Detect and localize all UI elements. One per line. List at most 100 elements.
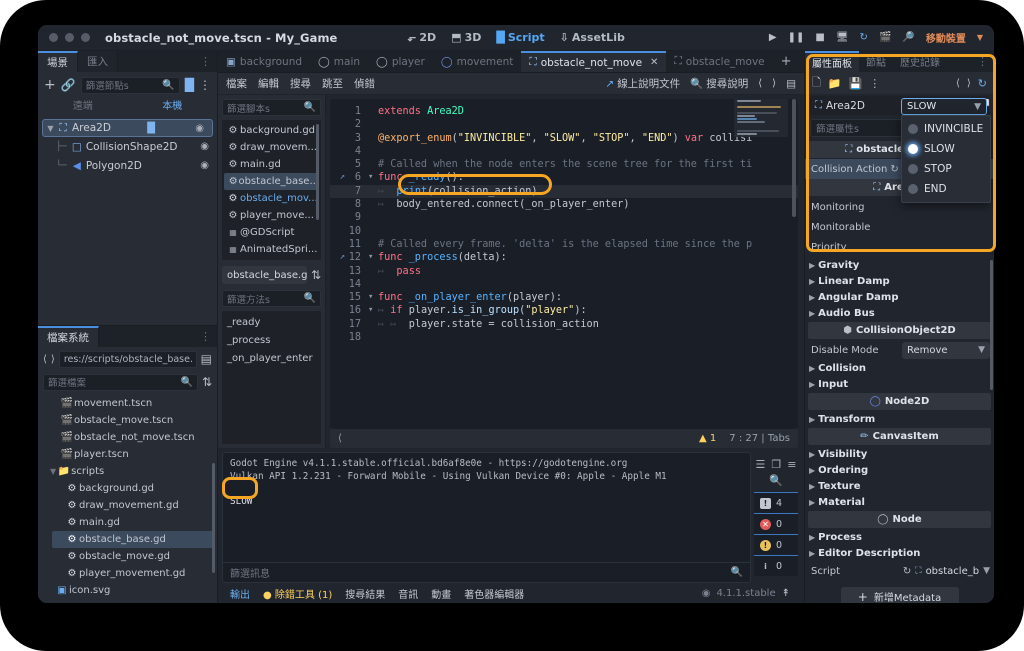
- attach-script-icon[interactable]: █: [185, 78, 194, 92]
- collapse-icon[interactable]: ≡: [787, 458, 796, 471]
- section-audio-bus[interactable]: ▶ Audio Bus: [805, 305, 994, 321]
- code-lines[interactable]: 1 extends Area2D 2 3 @export_enum("INVINCI…: [330, 99, 798, 344]
- resize-handle-icon[interactable]: ↟: [782, 588, 790, 599]
- tab-local[interactable]: 本機: [128, 98, 218, 116]
- add-metadata-button[interactable]: + 新增Metadata: [840, 587, 959, 603]
- visibility-toggle-icon[interactable]: ◉: [195, 123, 204, 134]
- script-tab-player[interactable]: ◯ player: [368, 51, 433, 72]
- dropdown-option-slow[interactable]: SLOW: [902, 139, 990, 159]
- scene-more-icon[interactable]: ⋮: [199, 78, 211, 92]
- close-window-button[interactable]: [49, 33, 58, 42]
- inspector-scrollbar[interactable]: [990, 260, 993, 390]
- list-item[interactable]: _process: [222, 331, 321, 349]
- counter-info[interactable]: i 0: [754, 555, 798, 576]
- filesystem-file-list[interactable]: 🎬 movement.tscn 🎬 obstacle_move.tscn 🎬 o…: [38, 393, 217, 603]
- property-disable-mode[interactable]: Disable Mode Remove ▼: [805, 340, 994, 360]
- section-collision[interactable]: ▶ Collision: [805, 360, 994, 376]
- search-help-button[interactable]: 🔍 搜尋說明: [690, 76, 748, 91]
- add-script-tab-button[interactable]: +: [773, 51, 800, 72]
- list-item[interactable]: ⚙ background.gd: [38, 480, 217, 497]
- menu-file[interactable]: 檔案: [226, 76, 247, 91]
- dropdown-option-invincible[interactable]: INVINCIBLE: [902, 119, 990, 139]
- list-item[interactable]: _ready: [222, 313, 321, 331]
- property-script[interactable]: Script ↻ ⛶ obstacle_b ▼: [805, 561, 994, 581]
- list-item[interactable]: ⚙ obstacle_move.gd: [38, 548, 217, 565]
- filesystem-more-icon[interactable]: ⋮: [194, 326, 217, 347]
- copy-icon[interactable]: ❐: [771, 458, 781, 471]
- stop-icon[interactable]: ■: [815, 32, 824, 43]
- node-filter-input[interactable]: 篩選節點s 🔍: [80, 76, 180, 94]
- tab-2d[interactable]: ⬐ 2D: [407, 31, 436, 44]
- sort-methods-icon[interactable]: ⇅: [311, 268, 321, 282]
- instantiate-scene-icon[interactable]: 🔗: [61, 78, 76, 92]
- method-list[interactable]: _ready _process _on_player_enter: [222, 311, 321, 444]
- list-item[interactable]: ▦ @GDScript: [222, 224, 321, 241]
- visibility-toggle-icon[interactable]: ◉: [200, 160, 209, 171]
- code-minimap[interactable]: [734, 99, 788, 137]
- script-list[interactable]: ⚙ background.gd ⚙ draw_movem... ⚙ main.g…: [222, 120, 321, 260]
- tab-scene[interactable]: 場景: [38, 51, 78, 72]
- chevron-down-icon[interactable]: ▼: [45, 124, 56, 133]
- section-material[interactable]: ▶ Material: [805, 494, 994, 510]
- collision-action-dropdown[interactable]: INVINCIBLE SLOW STOP END: [901, 115, 991, 203]
- counter-errors[interactable]: ✕ 0: [754, 513, 798, 534]
- split-view-icon[interactable]: ▤: [201, 352, 212, 366]
- tab-filesystem[interactable]: 檔案系統: [38, 326, 99, 347]
- menu-search[interactable]: 搜尋: [290, 76, 311, 91]
- list-item[interactable]: ⚙ player_move...: [222, 207, 321, 224]
- status-tab-output[interactable]: 輸出: [230, 586, 250, 601]
- tab-inspector[interactable]: 屬性面板: [805, 51, 859, 72]
- list-item[interactable]: 🎬 obstacle_not_move.tscn: [38, 429, 217, 446]
- revert-icon[interactable]: ↻: [903, 566, 911, 577]
- list-item[interactable]: ⚙ obstacle_mov...: [222, 190, 321, 207]
- property-list[interactable]: ⛶ obstacle_base.gd Collision Action ↻ ⛶ …: [805, 140, 994, 603]
- counter-warnings[interactable]: ! 0: [754, 534, 798, 555]
- section-input[interactable]: ▶ Input: [805, 376, 994, 392]
- movie-icon[interactable]: 🎬: [879, 32, 891, 43]
- output-filter-input[interactable]: 篩選訊息 🔍: [223, 562, 750, 582]
- list-item-selected[interactable]: ⚙ obstacle_base.gd: [52, 531, 214, 548]
- chevron-down-icon[interactable]: ▼: [977, 33, 983, 42]
- code-editor[interactable]: 1 extends Area2D 2 3 @export_enum("INVINCI…: [330, 99, 798, 429]
- close-tab-icon[interactable]: ✕: [650, 57, 658, 68]
- tab-import[interactable]: 匯入: [78, 51, 118, 72]
- chevron-down-icon[interactable]: ▼: [983, 566, 990, 576]
- status-tab-shader-editor[interactable]: 著色器編輯器: [464, 586, 524, 601]
- script-filter-input[interactable]: 篩選腳本s 🔍: [222, 99, 321, 116]
- open-resource-icon[interactable]: 📁: [828, 77, 842, 90]
- forward-icon[interactable]: ⟩: [967, 78, 971, 89]
- device-selector-label[interactable]: 移動裝置: [926, 30, 966, 45]
- history-icon[interactable]: ↻: [978, 77, 987, 90]
- online-docs-button[interactable]: ↗ 線上說明文件: [605, 76, 680, 91]
- section-process[interactable]: ▶ Process: [805, 529, 994, 545]
- tab-remote[interactable]: 遠端: [38, 98, 128, 116]
- list-item[interactable]: 🎬 obstacle_move.tscn: [38, 412, 217, 429]
- pause-icon[interactable]: ❚❚: [788, 32, 805, 43]
- tab-history[interactable]: 歷史記錄: [893, 51, 947, 72]
- list-item[interactable]: ⚙ background.gd: [222, 122, 321, 139]
- window-controls[interactable]: [49, 33, 90, 42]
- script-attached-icon[interactable]: █: [147, 123, 155, 134]
- reload-icon[interactable]: ↻: [860, 32, 868, 43]
- tree-node-polygon2d[interactable]: └─ ◀ Polygon2D ◉: [38, 156, 217, 175]
- collapse-sidebar-icon[interactable]: ⟨: [338, 433, 342, 444]
- dropdown-option-stop[interactable]: STOP: [902, 159, 990, 179]
- menu-edit[interactable]: 編輯: [258, 76, 279, 91]
- inspector-more-icon[interactable]: ⋮: [971, 51, 994, 72]
- list-item-folder[interactable]: ▼ 📁 scripts: [38, 463, 217, 480]
- section-gravity[interactable]: ▶ Gravity: [805, 257, 994, 273]
- script-tab-obstacle-not-move[interactable]: ⛶ obstacle_not_move ✕: [521, 51, 667, 72]
- tab-node[interactable]: 節點: [859, 51, 893, 72]
- revert-icon[interactable]: ↻: [890, 164, 898, 175]
- list-item[interactable]: ⚙ main.gd: [38, 514, 217, 531]
- script-tab-main[interactable]: ◯ main: [310, 51, 368, 72]
- scene-panel-more-icon[interactable]: ⋮: [194, 51, 217, 72]
- tab-3d[interactable]: ⬒ 3D: [451, 31, 481, 44]
- code-scrollbar[interactable]: [792, 99, 796, 217]
- current-path-display[interactable]: res://scripts/obstacle_base.: [58, 350, 197, 368]
- clear-icon[interactable]: ☰: [756, 458, 766, 471]
- play-icon[interactable]: ▶: [769, 32, 777, 43]
- script-tab-movement[interactable]: ◯ movement: [433, 51, 522, 72]
- search-icon[interactable]: 🔍: [769, 474, 783, 487]
- section-editor-description[interactable]: ▶ Editor Description: [805, 545, 994, 561]
